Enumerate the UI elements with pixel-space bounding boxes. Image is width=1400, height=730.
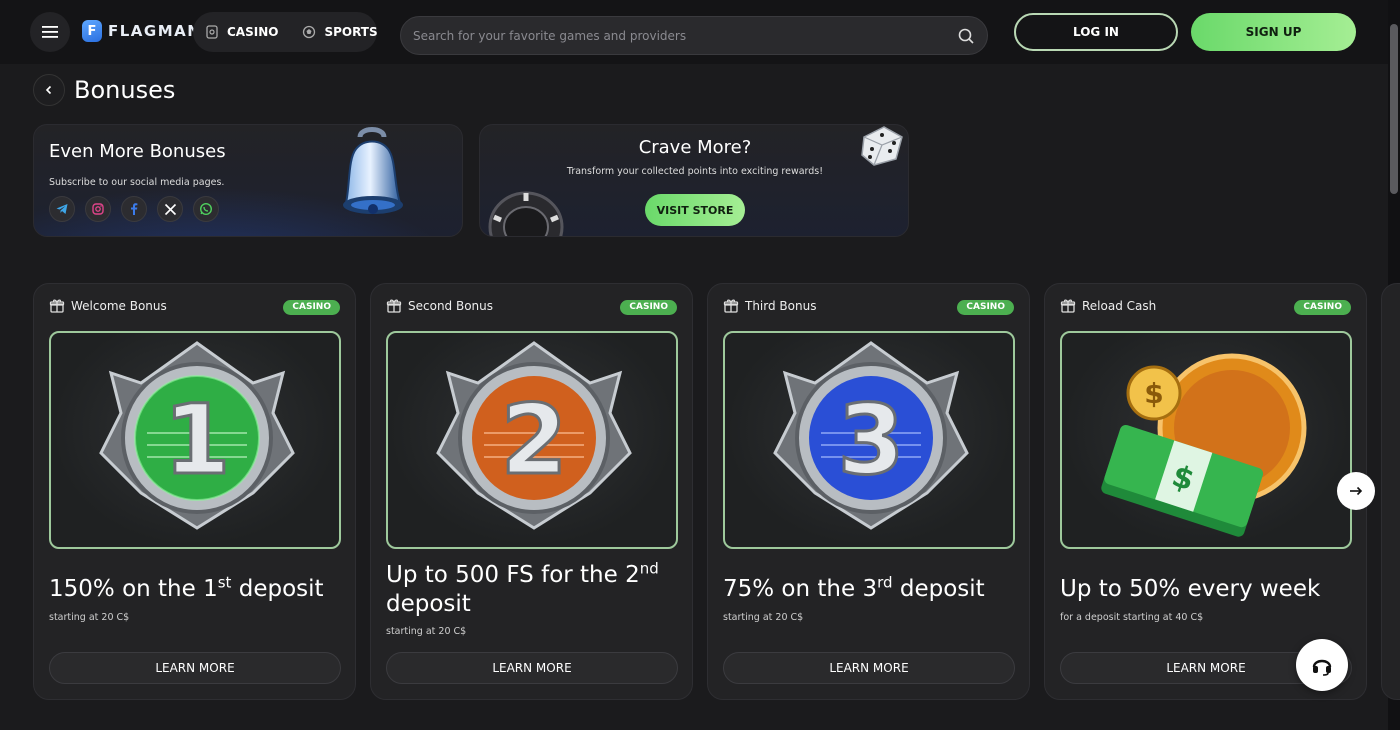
search-input[interactable] (413, 28, 957, 43)
instagram-link[interactable] (85, 196, 111, 222)
nav-sports-label: SPORTS (324, 25, 378, 39)
menu-button[interactable] (30, 12, 70, 52)
casino-icon (206, 25, 218, 39)
store-promo-subtitle: Transform your collected points into exc… (566, 166, 824, 177)
main-nav: CASINO SPORTS (193, 12, 378, 52)
logo-text: FLAGMAN (108, 22, 202, 40)
chevron-left-icon (45, 85, 52, 95)
cash-coin-illustration: $ $ (1101, 353, 1307, 537)
social-promo-card: Even More Bonuses Subscribe to our socia… (33, 124, 463, 237)
casino-tag: CASINO (1294, 300, 1351, 315)
bonus-title: Up to 50% every week (1060, 576, 1321, 602)
top-navigation-bar: F FLAGMAN CASINO SPORTS LOG IN SIGN UP (0, 0, 1400, 64)
bonus-subtitle: starting at 20 C$ (386, 626, 467, 637)
scrollbar-thumb[interactable] (1390, 24, 1398, 194)
gift-icon (1060, 299, 1076, 313)
bonus-title: 75% on the 3rd deposit (723, 573, 985, 602)
support-chat-button[interactable] (1296, 639, 1348, 691)
facebook-icon (131, 203, 138, 215)
bonus-badge-2-illustration: 2 (436, 341, 632, 530)
bonus-card: Reload Cash CASINO $ $ Up to 50% every w… (1044, 283, 1367, 700)
next-bonus-card-peek (1381, 283, 1400, 700)
bonus-illustration: 3 (723, 331, 1015, 549)
back-button[interactable] (33, 74, 65, 106)
learn-more-button[interactable]: LEARN MORE (49, 652, 341, 684)
page-title: Bonuses (74, 76, 176, 104)
bonus-badge-3-illustration: 3 (773, 341, 969, 530)
logo-mark-icon: F (82, 20, 102, 42)
bonus-card-name: Welcome Bonus (71, 299, 167, 313)
whatsapp-link[interactable] (193, 196, 219, 222)
bonus-illustration: $ $ (1060, 331, 1352, 549)
gift-icon (723, 299, 739, 313)
social-promo-title: Even More Bonuses (49, 141, 226, 162)
bonus-illustration: 1 (49, 331, 341, 549)
telegram-icon (56, 204, 68, 214)
bonus-subtitle: for a deposit starting at 40 C$ (1060, 612, 1204, 623)
x-link[interactable] (157, 196, 183, 222)
nav-casino-label: CASINO (227, 25, 279, 39)
gift-icon (386, 299, 402, 313)
search-icon[interactable] (957, 27, 975, 45)
bonus-card-name: Third Bonus (745, 299, 817, 313)
store-promo-title: Crave More? (638, 137, 752, 158)
signup-button[interactable]: SIGN UP (1191, 13, 1356, 51)
learn-more-button[interactable]: LEARN MORE (723, 652, 1015, 684)
bonus-card-header: Reload Cash (1060, 298, 1156, 314)
bonus-card: Welcome Bonus CASINO 1 150% on the 1st d… (33, 283, 356, 700)
brand-logo[interactable]: F FLAGMAN (82, 20, 201, 42)
x-icon (164, 203, 176, 215)
visit-store-button[interactable]: VISIT STORE (645, 194, 745, 226)
learn-more-button[interactable]: LEARN MORE (386, 652, 678, 684)
headset-icon (1312, 659, 1332, 676)
instagram-icon (92, 203, 104, 215)
bonus-subtitle: starting at 20 C$ (49, 612, 130, 623)
casino-tag: CASINO (283, 300, 340, 315)
svg-text:2: 2 (501, 384, 568, 496)
casino-tag: CASINO (957, 300, 1014, 315)
casino-tag: CASINO (620, 300, 677, 315)
bonus-subtitle: starting at 20 C$ (723, 612, 804, 623)
login-button[interactable]: LOG IN (1014, 13, 1178, 51)
poker-chip-illustration (488, 191, 564, 236)
hamburger-icon (42, 26, 58, 38)
arrow-right-icon (1350, 486, 1363, 496)
bonus-title: 150% on the 1st deposit (49, 573, 324, 602)
nav-sports[interactable]: SPORTS (290, 12, 389, 52)
nav-casino[interactable]: CASINO (193, 12, 290, 52)
bonus-card: Second Bonus CASINO 2 Up to 500 FS for t… (370, 283, 693, 700)
gift-icon (49, 299, 65, 313)
social-promo-subtitle: Subscribe to our social media pages. (49, 177, 225, 188)
svg-text:3: 3 (838, 384, 905, 496)
bell-illustration (343, 127, 403, 214)
bonus-badge-1-illustration: 1 (99, 341, 295, 530)
svg-text:1: 1 (164, 384, 231, 496)
carousel-next-button[interactable] (1337, 472, 1375, 510)
search-bar (400, 16, 988, 55)
bonus-card-header: Welcome Bonus (49, 298, 167, 314)
sports-ball-icon (303, 25, 316, 39)
store-promo-card: Crave More? Transform your collected poi… (479, 124, 909, 237)
bonus-illustration: 2 (386, 331, 678, 549)
social-links (49, 196, 219, 222)
bonus-card-header: Third Bonus (723, 298, 816, 314)
telegram-link[interactable] (49, 196, 75, 222)
facebook-link[interactable] (121, 196, 147, 222)
svg-text:$: $ (1144, 377, 1163, 410)
bonus-card-header: Second Bonus (386, 298, 493, 314)
bonus-card-name: Reload Cash (1082, 299, 1157, 313)
bonus-card: Third Bonus CASINO 3 75% on the 3rd depo… (707, 283, 1030, 700)
bonus-title: Up to 500 FS for the 2nd deposit (386, 559, 659, 617)
whatsapp-icon (199, 202, 213, 216)
bonus-card-name: Second Bonus (408, 299, 494, 313)
